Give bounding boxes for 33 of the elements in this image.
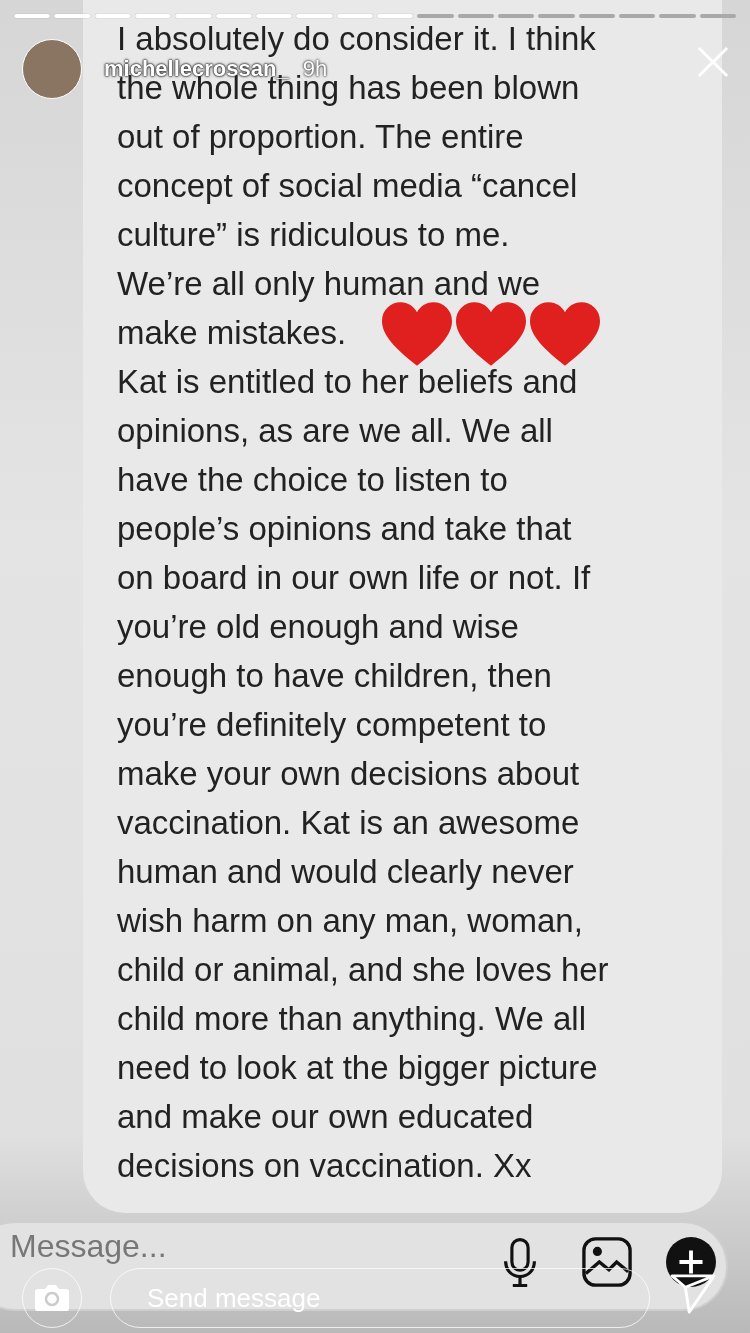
microphone-icon[interactable] (502, 1237, 538, 1289)
heart-icon (530, 301, 601, 366)
message-text: on board in our own life or not. If (117, 560, 591, 597)
message-text: opinions, as are we all. We all (117, 413, 553, 450)
heart-icon (382, 301, 453, 366)
message-text: human and would clearly never (117, 854, 574, 891)
heart-icon (456, 301, 527, 366)
message-placeholder: Message... (10, 1229, 168, 1265)
message-text: decisions on vaccination. Xx (117, 1148, 532, 1185)
message-text: vaccination. Kat is an awesome (117, 805, 580, 842)
message-text: child or animal, and she loves her (117, 952, 609, 989)
message-text: make your own decisions about (117, 756, 580, 793)
message-text: enough to have children, then (117, 658, 552, 695)
message-text: child more than anything. We all (117, 1001, 586, 1038)
message-text: I absolutely do consider it. I think (117, 21, 596, 58)
message-text: We’re all only human and we (117, 266, 541, 303)
plus-icon[interactable] (666, 1237, 716, 1287)
message-text: wish harm on any man, woman, (117, 903, 583, 940)
message-text: and make our own educated (117, 1099, 534, 1136)
post-time: 9h (302, 56, 328, 81)
message-text: Kat is entitled to her beliefs and (117, 364, 578, 401)
message-text: you’re definitely competent to (117, 707, 547, 744)
message-text: out of proportion. The entire (117, 119, 524, 156)
camera-icon (34, 1284, 70, 1312)
message-text: concept of social media “cancel (117, 168, 578, 205)
send-icon[interactable] (670, 1272, 716, 1314)
message-text: have the choice to listen to (117, 462, 508, 499)
gallery-icon[interactable] (582, 1237, 632, 1287)
message-text: make mistakes. (117, 315, 347, 352)
message-text: people’s opinions and take that (117, 511, 572, 548)
message-text: culture” is ridiculous to me. (117, 217, 510, 254)
message-text: need to look at the bigger picture (117, 1050, 598, 1087)
message-text: you’re old enough and wise (117, 609, 519, 646)
